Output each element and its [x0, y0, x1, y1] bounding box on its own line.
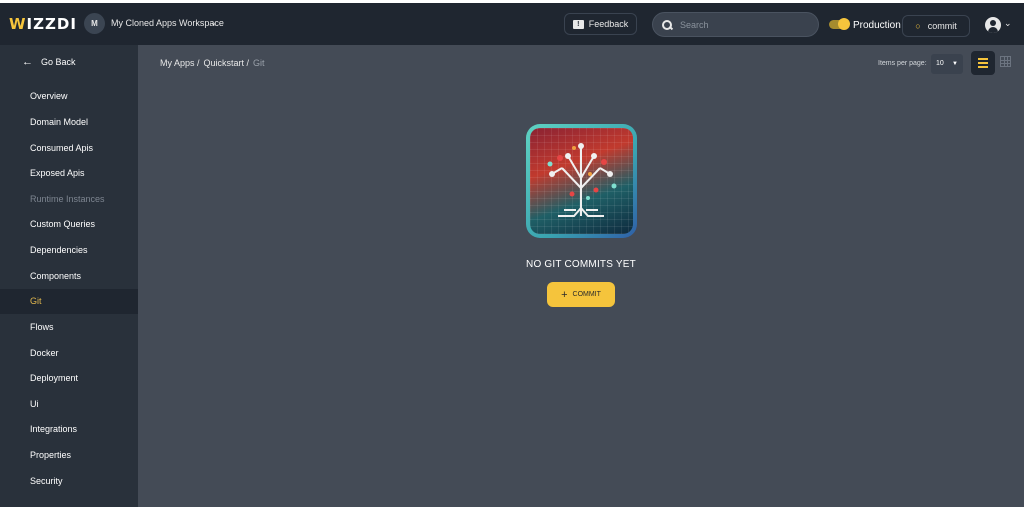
environment-label: Production	[853, 20, 901, 31]
sidebar-item-custom-queries[interactable]: Custom Queries	[0, 212, 138, 237]
caret-down-icon: ▼	[952, 61, 958, 67]
git-tree-illustration	[526, 124, 637, 238]
workspace-selector[interactable]: My Cloned Apps Workspace	[111, 18, 224, 28]
sidebar-item-ui[interactable]: Ui	[0, 392, 138, 417]
search-input[interactable]	[680, 19, 810, 30]
search-box[interactable]	[652, 12, 819, 37]
commit-button-header[interactable]: ○ commit	[902, 15, 970, 37]
search-icon	[662, 19, 672, 30]
sidebar: ← Go Back Overview Domain Model Consumed…	[0, 45, 138, 507]
grid-view-button[interactable]	[1000, 56, 1011, 67]
plus-icon: +	[561, 288, 568, 301]
list-view-icon-line	[978, 66, 988, 68]
breadcrumb-quickstart[interactable]: Quickstart /	[204, 58, 250, 68]
sidebar-item-git[interactable]: Git	[0, 289, 138, 314]
sidebar-item-flows[interactable]: Flows	[0, 315, 138, 340]
main-content: My Apps / Quickstart / Git Items per pag…	[138, 45, 1024, 507]
arrow-left-icon: ←	[22, 56, 33, 68]
user-avatar-icon[interactable]	[985, 17, 1001, 33]
top-bar: WIZZDI M My Cloned Apps Workspace ⌄ ! Fe…	[0, 3, 1024, 45]
feedback-button[interactable]: ! Feedback	[564, 13, 637, 35]
sidebar-item-integrations[interactable]: Integrations	[0, 417, 138, 442]
sidebar-item-security[interactable]: Security	[0, 469, 138, 494]
items-per-page-value: 10	[936, 60, 944, 67]
environment-toggle[interactable]	[829, 18, 850, 30]
items-per-page-select[interactable]: 10 ▼	[931, 54, 963, 74]
sidebar-item-consumed-apis[interactable]: Consumed Apis	[0, 136, 138, 161]
sidebar-item-docker[interactable]: Docker	[0, 341, 138, 366]
breadcrumb: My Apps / Quickstart / Git	[160, 58, 265, 68]
empty-state-title: NO GIT COMMITS YET	[526, 259, 636, 270]
commit-button[interactable]: + COMMIT	[547, 282, 615, 307]
sidebar-item-deployment[interactable]: Deployment	[0, 366, 138, 391]
illustration-inner	[530, 128, 633, 234]
chevron-down-icon[interactable]: ⌄	[1004, 18, 1012, 29]
sidebar-item-properties[interactable]: Properties	[0, 443, 138, 468]
go-back-label: Go Back	[41, 57, 76, 67]
sidebar-item-components[interactable]: Components	[0, 264, 138, 289]
sidebar-item-overview[interactable]: Overview	[0, 84, 138, 109]
chevron-down-icon[interactable]: ⌄	[210, 17, 218, 28]
git-commit-icon: ○	[915, 21, 921, 31]
wizzdi-logo[interactable]: WIZZDI	[9, 15, 77, 33]
list-view-button[interactable]	[971, 51, 995, 75]
sidebar-item-dependencies[interactable]: Dependencies	[0, 238, 138, 263]
items-per-page-label: Items per page:	[878, 60, 927, 67]
workspace-avatar[interactable]: M	[84, 13, 105, 34]
commit-label: commit	[927, 21, 957, 31]
sidebar-item-domain-model[interactable]: Domain Model	[0, 110, 138, 135]
go-back-button[interactable]: ← Go Back	[22, 56, 76, 68]
feedback-icon: !	[572, 19, 584, 29]
feedback-label: Feedback	[588, 19, 629, 29]
sidebar-item-exposed-apis[interactable]: Exposed Apis	[0, 161, 138, 186]
list-view-icon-line	[978, 62, 988, 64]
sidebar-item-runtime-instances: Runtime Instances	[30, 194, 105, 204]
list-view-icon	[978, 58, 988, 60]
tree-icon	[547, 143, 617, 217]
breadcrumb-git: Git	[253, 58, 265, 68]
commit-button-label: COMMIT	[572, 291, 601, 298]
breadcrumb-my-apps[interactable]: My Apps /	[160, 58, 200, 68]
